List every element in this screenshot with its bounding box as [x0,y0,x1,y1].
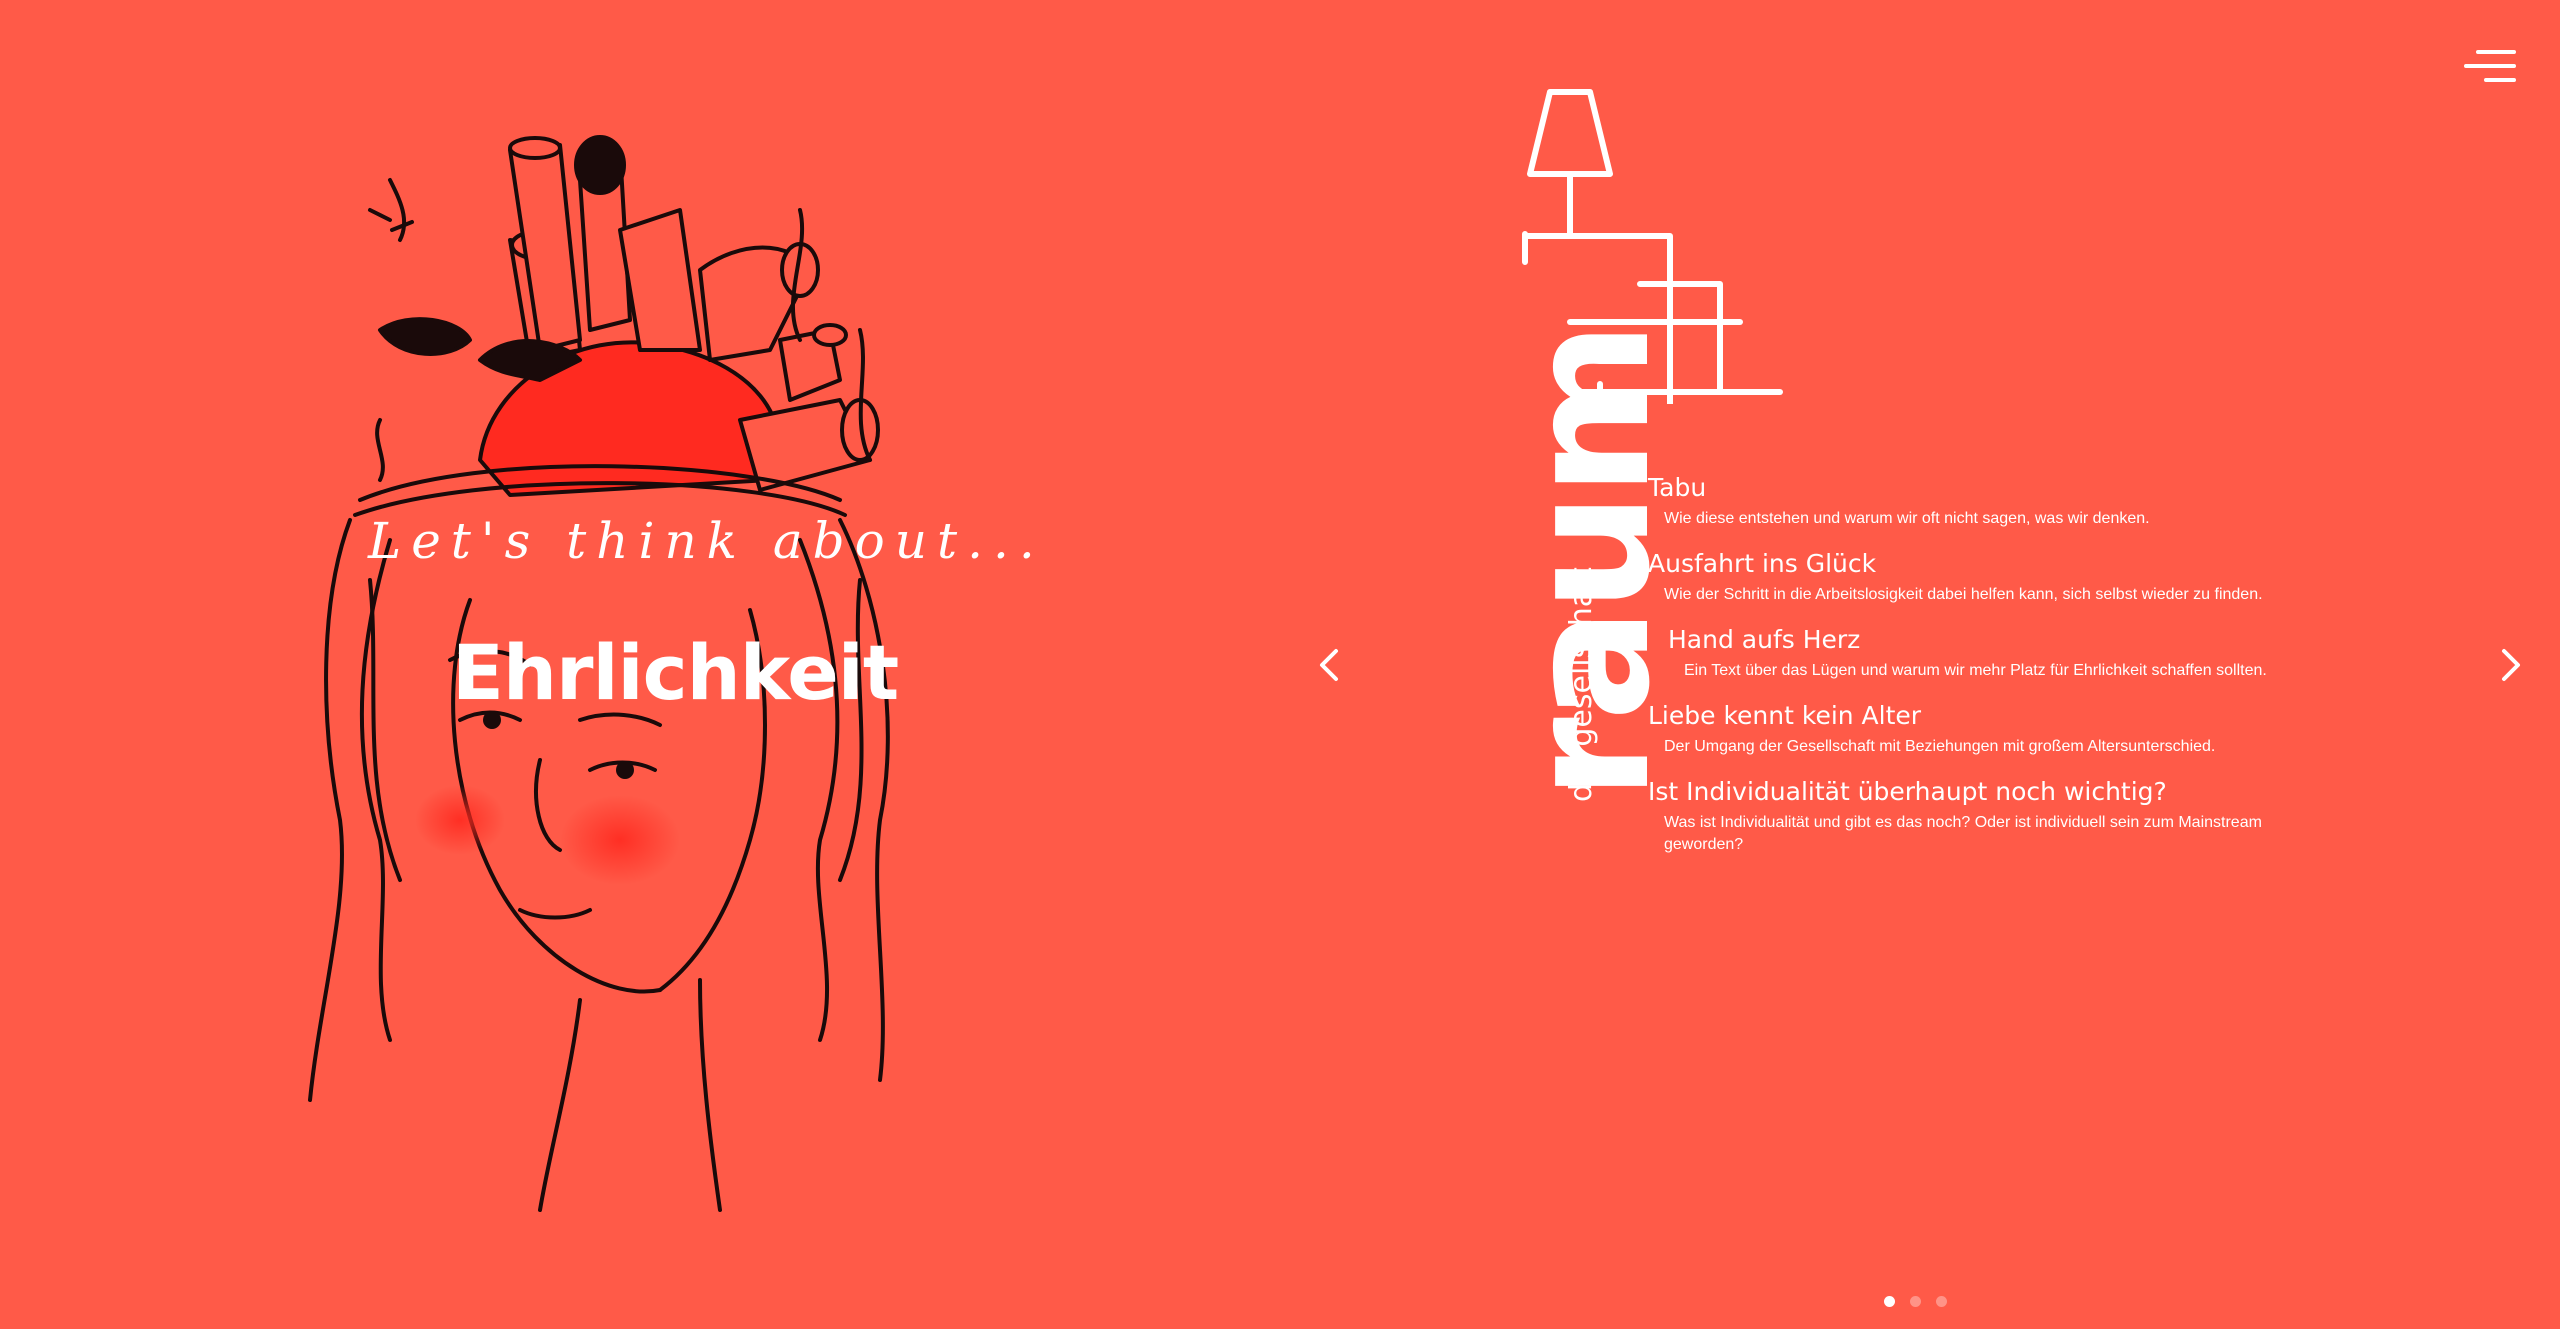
topic-title: Liebe kennt kein Alter [1648,701,1922,730]
carousel-pagination [1884,1296,1947,1307]
menu-line-icon [2464,64,2516,68]
topic-item[interactable]: Ist Individualität überhaupt noch wichti… [1648,776,2288,856]
pagination-dot[interactable] [1884,1296,1895,1307]
topic-title: Tabu [1648,473,1707,502]
topic-list: Tabu Wie diese entstehen und warum wir o… [1648,472,2288,874]
topic-description: Wie diese entstehen und warum wir oft ni… [1664,510,2150,527]
topic-description: Was ist Individualität und gibt es das n… [1664,814,2262,853]
hero-kicker: Let's think about... [368,512,1045,570]
topic-title: Ist Individualität überhaupt noch wichti… [1648,777,2167,806]
topic-title: Hand aufs Herz [1668,625,1861,654]
hero-title: Ehrlichkeit [452,628,899,717]
topic-description: Der Umgang der Gesellschaft mit Beziehun… [1664,738,2216,755]
topic-item[interactable]: Ausfahrt ins Glück Wie der Schritt in di… [1648,548,2288,606]
chevron-right-icon[interactable] [2490,645,2530,685]
topic-item[interactable]: Hand aufs Herz Ein Text über das Lügen u… [1648,624,2288,682]
topic-item[interactable]: Tabu Wie diese entstehen und warum wir o… [1648,472,2288,530]
section-subtitle: die gesellschaft [1564,567,1599,802]
chevron-left-icon[interactable] [1310,645,1350,685]
topic-description: Ein Text über das Lügen und warum wir me… [1684,662,2267,679]
topic-description: Wie der Schritt in die Arbeitslosigkeit … [1664,586,2263,603]
menu-button[interactable] [2464,50,2516,82]
menu-line-icon [2476,50,2516,54]
menu-line-icon [2484,78,2516,82]
topic-item[interactable]: Liebe kennt kein Alter Der Umgang der Ge… [1648,700,2288,758]
topic-title: Ausfahrt ins Glück [1648,549,1877,578]
pagination-dot[interactable] [1936,1296,1947,1307]
pagination-dot[interactable] [1910,1296,1921,1307]
